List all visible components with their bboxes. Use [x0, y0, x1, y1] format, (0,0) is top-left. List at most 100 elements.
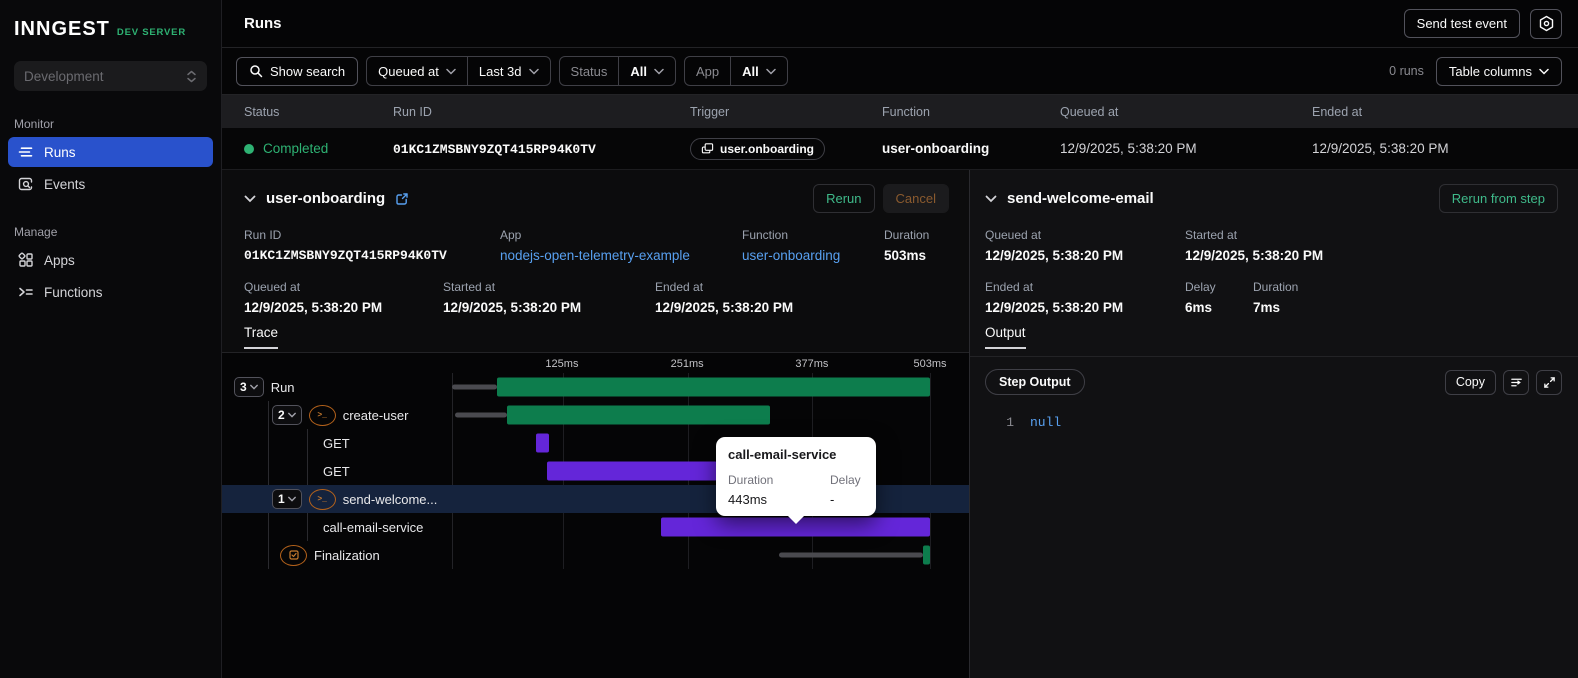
sidebar-item-label: Apps: [44, 252, 75, 268]
workspace-select[interactable]: Development: [14, 61, 207, 91]
settings-button[interactable]: [1530, 8, 1562, 39]
rerun-label: Rerun: [826, 191, 862, 206]
trace-row-finalization[interactable]: Finalization: [222, 541, 930, 569]
step-output-label: Step Output: [999, 375, 1071, 389]
collapse-chevron-icon[interactable]: [244, 195, 256, 203]
tooltip-delay-value: -: [830, 492, 835, 507]
trace-ticks: 125ms 251ms 377ms 503ms: [452, 353, 946, 373]
trace-span-name: Run: [270, 379, 295, 395]
trace-row-label: Finalization: [222, 541, 452, 569]
step-run-icon: >_: [308, 488, 336, 510]
rerun-from-step-button[interactable]: Rerun from step: [1438, 184, 1558, 213]
field-label: Function: [742, 228, 789, 242]
run-title: user-onboarding: [266, 190, 386, 207]
status-filter-group: Status All: [558, 56, 677, 86]
collapse-chevron-icon[interactable]: [985, 195, 997, 203]
trace-bar-green[interactable]: [496, 377, 930, 397]
expand-icon: [1543, 376, 1555, 388]
cancel-button[interactable]: Cancel: [882, 184, 949, 213]
chevron-down-icon: [287, 412, 296, 418]
show-search-button[interactable]: Show search: [236, 56, 359, 86]
trace-span-name: GET: [323, 435, 350, 451]
span-count-badge[interactable]: 3: [234, 377, 264, 397]
app-filter-label: App: [685, 57, 730, 85]
chevron-down-icon: [1539, 68, 1549, 75]
field-label: Ended at: [985, 280, 1034, 294]
trace-row-create-user[interactable]: 2 >_ create-user: [222, 401, 930, 429]
field-label: Started at: [1185, 228, 1238, 242]
code-null-value: null: [1030, 415, 1062, 430]
field-label: Duration: [884, 228, 930, 242]
field-started-at: Started at 12/9/2025, 5:38:20 PM: [443, 280, 581, 315]
span-count-badge[interactable]: 1: [272, 489, 302, 509]
step-title: send-welcome-email: [1007, 190, 1154, 207]
rerun-button[interactable]: Rerun: [813, 184, 875, 213]
function-name: user-onboarding: [882, 141, 990, 156]
sidebar: INNGEST DEV SERVER Development Monitor R…: [0, 0, 222, 678]
trace-row-call-email-service[interactable]: call-email-service: [222, 513, 930, 541]
chevron-down-icon: [249, 384, 258, 390]
section-label-monitor: Monitor: [14, 117, 55, 131]
trace-bar-purple[interactable]: [547, 461, 717, 481]
time-field-dropdown[interactable]: Queued at: [367, 57, 467, 85]
sidebar-item-apps[interactable]: Apps: [8, 245, 213, 275]
ended-at-value: 12/9/2025, 5:38:20 PM: [1312, 141, 1449, 156]
trace-bar-queue[interactable]: [452, 384, 497, 390]
main: Runs Send test event Show search Queued …: [222, 0, 1578, 678]
word-wrap-button[interactable]: [1503, 369, 1529, 395]
external-link-icon[interactable]: [395, 192, 409, 206]
trace-bar-green[interactable]: [922, 545, 930, 565]
sidebar-item-runs[interactable]: Runs: [8, 137, 213, 167]
trace-span-name: call-email-service: [323, 519, 424, 535]
function-link[interactable]: user-onboarding: [742, 248, 840, 263]
table-columns-button[interactable]: Table columns: [1435, 56, 1562, 86]
sidebar-item-events[interactable]: Events: [8, 169, 213, 199]
trace-row-bars: [452, 373, 930, 401]
col-ended-at: Ended at: [1312, 104, 1363, 119]
inngest-logo: INNGEST: [14, 18, 110, 40]
field-label: Started at: [443, 280, 496, 294]
app-filter-dropdown[interactable]: All: [730, 57, 787, 85]
trigger-pill[interactable]: user.onboarding: [690, 137, 826, 160]
field-step-ended: Ended at 12/9/2025, 5:38:20 PM: [985, 280, 1123, 315]
event-window-icon: [701, 143, 714, 154]
time-range-value: Last 3d: [478, 63, 522, 79]
span-count-badge[interactable]: 2: [272, 405, 302, 425]
output-code[interactable]: 1 null: [970, 415, 1061, 430]
trace-span-name: GET: [323, 463, 350, 479]
field-step-duration: Duration 7ms: [1253, 280, 1298, 315]
expand-button[interactable]: [1536, 369, 1562, 395]
copy-button[interactable]: Copy: [1444, 369, 1496, 395]
sidebar-item-functions[interactable]: Functions: [8, 277, 213, 307]
runs-count: 0 runs: [1389, 64, 1424, 78]
send-test-event-button[interactable]: Send test event: [1403, 9, 1520, 38]
tab-output[interactable]: Output: [985, 325, 1026, 349]
field-step-queued: Queued at 12/9/2025, 5:38:20 PM: [985, 228, 1123, 263]
step-output-pill[interactable]: Step Output: [985, 369, 1085, 395]
chevron-down-icon: [446, 68, 456, 75]
sidebar-item-label: Functions: [44, 284, 103, 300]
trace-span-name: send-welcome...: [342, 491, 438, 507]
tab-trace[interactable]: Trace: [244, 325, 279, 349]
table-row[interactable]: Completed 01KC1ZMSBNY9ZQT415RP94K0TV use…: [222, 128, 1578, 170]
status-filter-dropdown[interactable]: All: [618, 57, 675, 85]
trace-row-run[interactable]: 3 Run: [222, 373, 930, 401]
field-label: App: [500, 228, 522, 242]
section-label-manage: Manage: [14, 225, 58, 239]
trace-bar-purple[interactable]: [536, 433, 550, 453]
field-label: Queued at: [244, 280, 301, 294]
app-filter-group: App All: [684, 56, 788, 86]
trace-bar-queue[interactable]: [454, 412, 507, 418]
status-label-text: Status: [570, 63, 608, 79]
app-filter-value: All: [742, 63, 759, 79]
field-value: 7ms: [1253, 300, 1281, 315]
time-range-dropdown[interactable]: Last 3d: [466, 57, 550, 85]
copy-label: Copy: [1455, 375, 1485, 389]
table-columns-label: Table columns: [1448, 63, 1532, 79]
trace-bar-green[interactable]: [506, 405, 770, 425]
app-link[interactable]: nodejs-open-telemetry-example: [500, 248, 690, 263]
run-status: Completed: [222, 141, 393, 156]
field-label: Duration: [1253, 280, 1299, 294]
trace-bar-queue[interactable]: [778, 552, 923, 558]
col-status: Status: [244, 104, 280, 119]
